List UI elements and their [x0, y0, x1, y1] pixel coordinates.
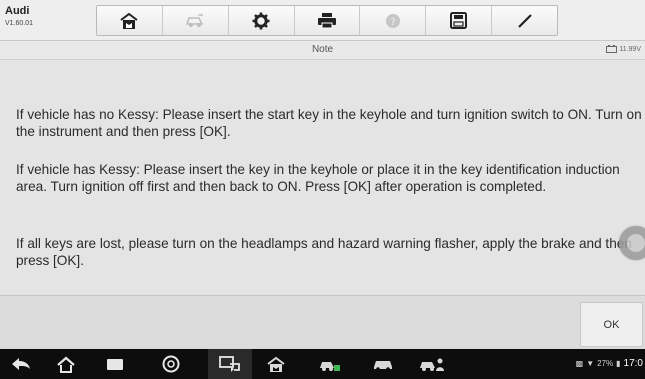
- vehicle-service-button[interactable]: [318, 356, 342, 373]
- help-icon: ?: [385, 13, 400, 28]
- print-icon: [318, 13, 336, 29]
- pen-icon: [517, 13, 532, 28]
- toolbar-buttons: ?: [96, 5, 558, 36]
- vehicle-voltage: 11.99V: [606, 45, 641, 53]
- battery-icon: ▮: [616, 359, 621, 368]
- save-icon: [450, 12, 468, 29]
- system-status: ▩ ▼ 27% ▮ 17:0: [576, 358, 643, 369]
- car-button[interactable]: [372, 358, 394, 371]
- browser-icon: [162, 355, 180, 373]
- battery-percent: 27%: [597, 359, 614, 368]
- vehicle-tech-button[interactable]: [418, 356, 446, 373]
- page-title: Note: [311, 44, 334, 55]
- recent-apps-icon: [107, 359, 123, 370]
- diagnostics-home-icon: [267, 356, 285, 372]
- vehicle-swap-icon: [186, 13, 204, 27]
- title-bar: Note 11.99V: [0, 41, 645, 60]
- ok-button[interactable]: OK: [580, 302, 643, 347]
- browser-button[interactable]: [162, 355, 180, 373]
- recent-apps-button[interactable]: [106, 358, 124, 371]
- remote-desktop-button[interactable]: [219, 356, 241, 373]
- home-outline-icon: [57, 356, 75, 373]
- vehicle-info: Audi V1.60.01: [5, 5, 34, 28]
- vehicle-service-icon: [320, 362, 340, 371]
- vehicle-make: Audi: [5, 5, 30, 17]
- vehicle-battery-icon: [606, 45, 618, 53]
- car-icon: [374, 361, 392, 371]
- top-toolbar: Audi V1.60.01 ?: [0, 0, 645, 41]
- help-button[interactable]: ?: [360, 6, 427, 35]
- floating-assistive-button[interactable]: [619, 226, 645, 260]
- settings-button[interactable]: [228, 6, 295, 35]
- diagnostics-home-button[interactable]: [266, 356, 286, 373]
- back-button[interactable]: [10, 356, 32, 372]
- print-button[interactable]: [294, 6, 361, 35]
- remote-desktop-icon: [219, 356, 240, 372]
- voltage-value: 11.99V: [619, 45, 641, 53]
- note-paragraph-no-kessy: If vehicle has no Kessy: Please insert t…: [16, 107, 642, 139]
- software-version: V1.60.01: [5, 20, 34, 27]
- vehicle-swap-button[interactable]: [162, 6, 229, 35]
- save-button[interactable]: [426, 6, 493, 35]
- pen-button[interactable]: [492, 6, 557, 35]
- clock: 17:0: [623, 358, 643, 369]
- vehicle-tech-icon: [420, 358, 444, 371]
- wifi-icon: ▼: [586, 359, 595, 368]
- home-button[interactable]: [97, 6, 163, 35]
- chat-icon: ▩: [575, 359, 584, 368]
- footer-bar: OK: [0, 296, 645, 348]
- svg-text:?: ?: [390, 17, 395, 28]
- note-content: If vehicle has no Kessy: Please insert t…: [0, 60, 645, 296]
- home-nav-button[interactable]: [56, 356, 76, 373]
- settings-gear-icon: [252, 12, 270, 29]
- note-paragraph-keys-lost: If all keys are lost, please turn on the…: [16, 236, 632, 268]
- system-navigation-bar: ▩ ▼ 27% ▮ 17:0: [0, 349, 645, 379]
- home-icon: [120, 12, 139, 29]
- note-paragraph-kessy: If vehicle has Kessy: Please insert the …: [16, 162, 620, 194]
- back-icon: [12, 358, 30, 370]
